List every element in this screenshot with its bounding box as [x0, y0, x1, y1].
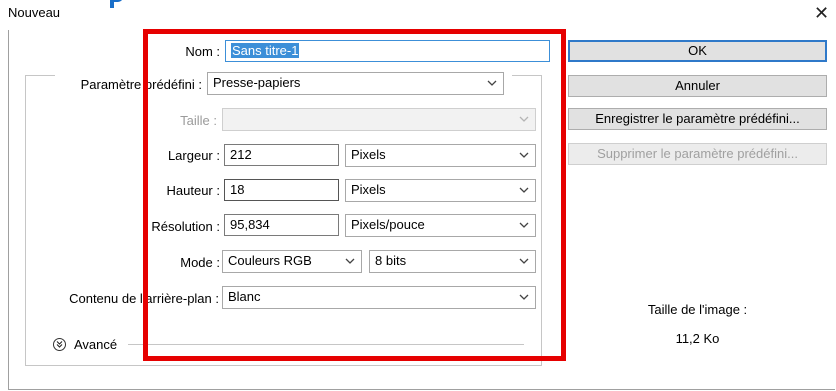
- size-label: Taille :: [180, 113, 217, 128]
- delete-preset-button[interactable]: Supprimer le paramètre prédéfini...: [568, 143, 827, 165]
- preset-value: Presse-papiers: [213, 75, 301, 90]
- resolution-label: Résolution :: [151, 219, 220, 234]
- color-mode-dropdown[interactable]: Couleurs RGB: [222, 250, 362, 273]
- name-input-value: Sans titre-1: [231, 43, 300, 58]
- image-size-label: Taille de l'image :: [647, 302, 748, 317]
- name-input[interactable]: Sans titre-1: [225, 40, 550, 62]
- chevron-down-icon: [519, 256, 529, 266]
- save-preset-button[interactable]: Enregistrer le paramètre prédéfini...: [568, 108, 827, 130]
- group-border-top-left: [25, 75, 55, 76]
- preset-dropdown[interactable]: Presse-papiers: [207, 72, 504, 95]
- ok-button[interactable]: OK: [568, 40, 827, 62]
- group-border-left: [25, 75, 26, 365]
- resolution-input[interactable]: 95,834: [224, 214, 339, 236]
- chevron-down-icon: [519, 185, 529, 195]
- background-window-fragment: [108, 0, 134, 8]
- expand-chevrons-icon: [53, 338, 66, 351]
- mode-label: Mode :: [180, 255, 220, 270]
- chevron-down-icon: [519, 150, 529, 160]
- preset-label: Paramètre prédéfini :: [80, 77, 202, 92]
- bit-depth-dropdown[interactable]: 8 bits: [369, 250, 536, 273]
- size-dropdown[interactable]: [222, 108, 536, 131]
- height-unit-dropdown[interactable]: Pixels: [345, 179, 536, 202]
- chevron-down-icon: [519, 220, 529, 230]
- width-label: Largeur :: [167, 148, 220, 163]
- group-border-top-right: [512, 75, 542, 76]
- chevron-down-icon: [345, 256, 355, 266]
- chevron-down-icon: [519, 292, 529, 302]
- group-border-right: [541, 75, 542, 365]
- name-label: Nom :: [185, 44, 220, 59]
- advanced-label: Avancé: [74, 337, 118, 352]
- bit-depth-value: 8 bits: [375, 253, 407, 268]
- color-mode-value: Couleurs RGB: [228, 253, 312, 268]
- width-input[interactable]: 212: [224, 144, 339, 166]
- height-input[interactable]: 18: [224, 179, 339, 201]
- width-unit-dropdown[interactable]: Pixels: [345, 144, 536, 167]
- background-contents-dropdown[interactable]: Blanc: [222, 286, 536, 309]
- resolution-unit-dropdown[interactable]: Pixels/pouce: [345, 214, 536, 237]
- advanced-toggle[interactable]: Avancé: [53, 337, 117, 352]
- close-icon[interactable]: ✕: [814, 4, 829, 22]
- background-contents-label: Contenu de l'arrière-plan :: [69, 291, 219, 306]
- chevron-down-icon: [519, 114, 529, 124]
- cancel-button[interactable]: Annuler: [568, 75, 827, 97]
- height-label: Hauteur :: [166, 183, 220, 198]
- advanced-divider: [128, 344, 524, 345]
- group-border-bottom: [25, 365, 542, 366]
- height-unit-value: Pixels: [351, 182, 386, 197]
- chevron-down-icon: [487, 78, 497, 88]
- image-size-value: 11,2 Ko: [675, 331, 720, 346]
- background-contents-value: Blanc: [228, 289, 261, 304]
- width-unit-value: Pixels: [351, 147, 386, 162]
- resolution-unit-value: Pixels/pouce: [351, 217, 425, 232]
- window-title: Nouveau: [8, 5, 61, 20]
